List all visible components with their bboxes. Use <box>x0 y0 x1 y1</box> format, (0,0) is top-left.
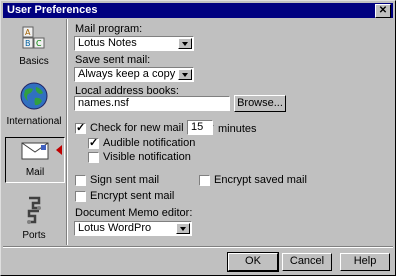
encrypt-saved-mail-checkbox[interactable] <box>199 175 210 186</box>
sign-sent-mail-label: Sign sent mail <box>90 174 160 186</box>
category-international[interactable]: International <box>5 81 63 127</box>
category-basics[interactable]: A B C Basics <box>5 25 63 67</box>
svg-text:C: C <box>36 39 42 48</box>
abc-blocks-icon: A B C <box>22 26 45 49</box>
user-preferences-dialog: User Preferences ✕ A B C Basics Internat… <box>0 0 396 276</box>
category-ports[interactable]: Ports <box>5 195 63 241</box>
svg-text:A: A <box>25 28 31 37</box>
memo-editor-select[interactable]: Lotus WordPro <box>74 221 192 236</box>
check-interval-input[interactable]: 15 <box>187 120 213 135</box>
mail-program-value: Lotus Notes <box>78 37 137 49</box>
audible-notification-label: Audible notification <box>103 137 196 149</box>
memo-editor-value: Lotus WordPro <box>78 222 152 234</box>
visible-notification-label: Visible notification <box>103 151 191 163</box>
ok-button[interactable]: OK <box>227 252 279 272</box>
category-ports-label: Ports <box>22 230 46 241</box>
encrypt-saved-mail-label: Encrypt saved mail <box>214 174 307 186</box>
address-books-input[interactable]: names.nsf <box>74 96 230 111</box>
visible-notification-checkbox[interactable] <box>88 152 99 163</box>
encrypt-sent-mail-label: Encrypt sent mail <box>90 190 175 202</box>
category-sidebar: A B C Basics International Mail Ports <box>5 19 65 245</box>
mail-program-select[interactable]: Lotus Notes <box>74 36 194 51</box>
category-mail[interactable]: Mail <box>5 137 65 183</box>
ports-icon <box>27 196 41 224</box>
encrypt-sent-mail-checkbox[interactable] <box>75 191 86 202</box>
minutes-label: minutes <box>218 123 257 135</box>
category-international-label: International <box>6 116 62 127</box>
check-new-mail-checkbox[interactable] <box>75 121 86 134</box>
selection-arrow-icon <box>56 145 62 155</box>
close-button[interactable]: ✕ <box>375 4 391 18</box>
sidebar-divider <box>66 19 68 245</box>
globe-icon <box>20 82 48 110</box>
help-button[interactable]: Help <box>340 253 390 271</box>
audible-notification-checkbox[interactable] <box>88 136 99 149</box>
mail-program-label: Mail program: <box>75 23 143 35</box>
sign-sent-mail-checkbox[interactable] <box>75 175 86 186</box>
cancel-button[interactable]: Cancel <box>282 253 332 271</box>
category-mail-label: Mail <box>25 167 45 178</box>
footer-separator <box>3 246 393 248</box>
window-title: User Preferences <box>7 4 98 16</box>
svg-text:B: B <box>25 39 31 48</box>
chevron-down-icon[interactable] <box>178 38 192 49</box>
chevron-down-icon[interactable] <box>178 69 192 80</box>
save-sent-mail-select[interactable]: Always keep a copy <box>74 67 194 82</box>
envelope-icon <box>21 142 49 160</box>
save-sent-mail-value: Always keep a copy <box>78 68 176 80</box>
chevron-down-icon[interactable] <box>176 223 190 234</box>
category-basics-label: Basics <box>19 56 49 67</box>
title-bar[interactable]: User Preferences ✕ <box>3 3 393 18</box>
memo-editor-label: Document Memo editor: <box>75 207 193 219</box>
browse-button[interactable]: Browse... <box>234 95 286 112</box>
close-icon: ✕ <box>378 5 388 16</box>
save-sent-mail-label: Save sent mail: <box>75 54 151 66</box>
